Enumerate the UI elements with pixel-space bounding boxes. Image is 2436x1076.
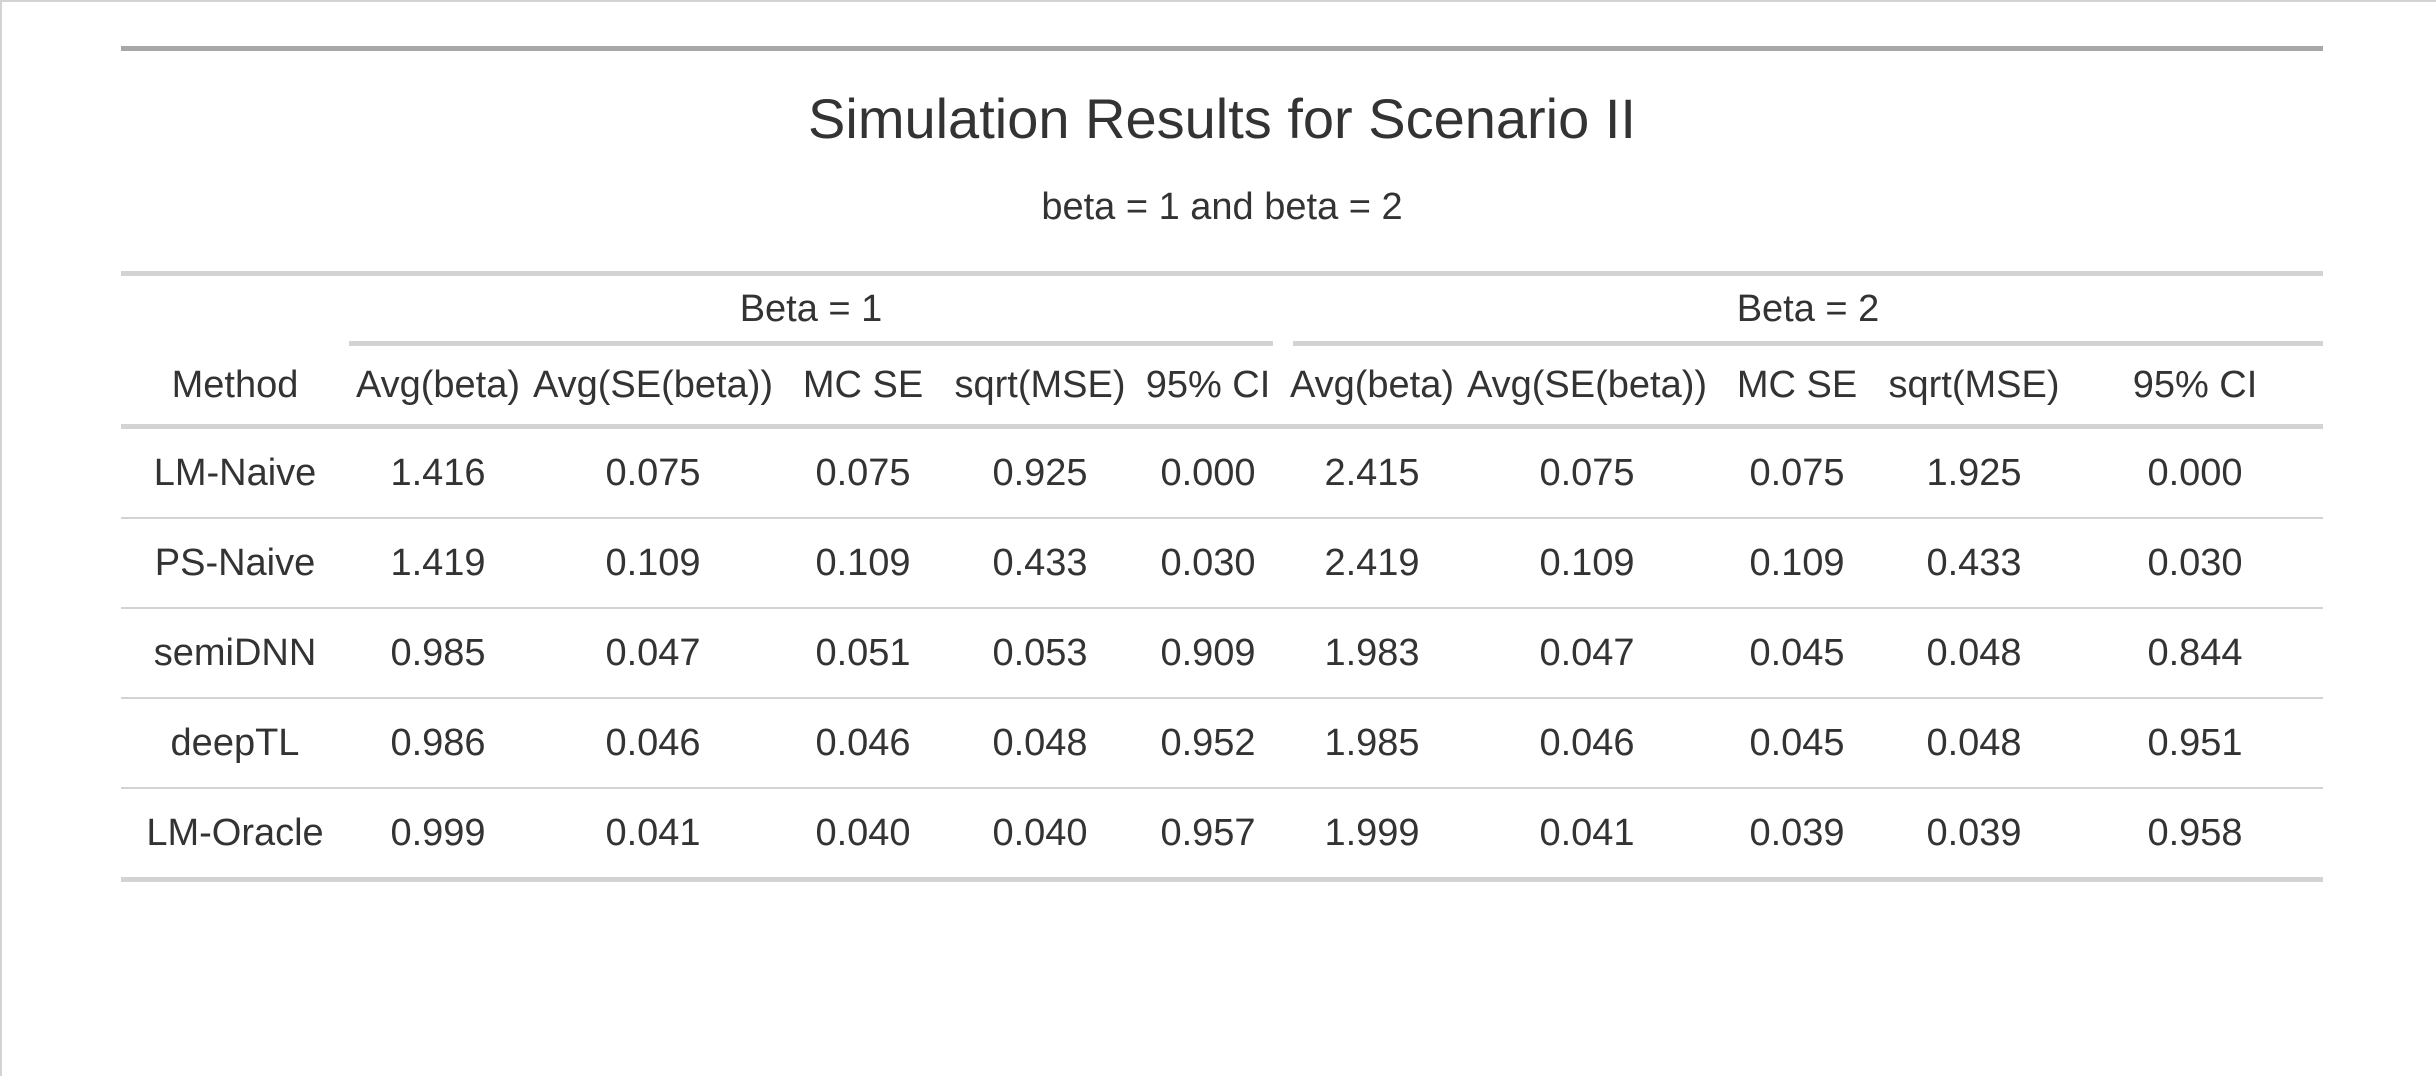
table-cell: 0.986 — [349, 698, 527, 789]
table-cell: PS-Naive — [121, 518, 349, 609]
table-title: Simulation Results for Scenario II — [808, 87, 1636, 150]
spanner-beta-1: Beta = 1 — [349, 276, 1283, 346]
table-row: PS-Naive 1.419 0.109 0.109 0.433 0.030 2… — [121, 518, 2323, 609]
table-cell: 0.958 — [2067, 788, 2323, 882]
table-cell: 1.983 — [1283, 608, 1461, 699]
table-cell: 0.046 — [1461, 698, 1713, 789]
table-cell: 0.433 — [947, 518, 1133, 609]
table-cell: 0.109 — [527, 518, 779, 609]
table-cell: 0.030 — [2067, 518, 2323, 609]
column-header-avg-beta-2: Avg(beta) — [1283, 346, 1461, 429]
table-cell: 0.000 — [2067, 426, 2323, 519]
table-cell: 0.039 — [1713, 788, 1881, 882]
spanner-label-beta-2: Beta = 2 — [1293, 288, 2323, 346]
table-cell: 0.844 — [2067, 608, 2323, 699]
table-cell: LM-Naive — [121, 426, 349, 519]
column-header-avg-se-beta-1: Avg(SE(beta)) — [527, 346, 779, 429]
table-cell: 0.047 — [1461, 608, 1713, 699]
column-header-sqrt-mse-1: sqrt(MSE) — [947, 346, 1133, 429]
table-row: semiDNN 0.985 0.047 0.051 0.053 0.909 1.… — [121, 608, 2323, 699]
table-cell: 0.047 — [527, 608, 779, 699]
column-header-ci-1: 95% CI — [1133, 346, 1283, 429]
table-cell: 2.415 — [1283, 426, 1461, 519]
table-cell: 0.045 — [1713, 698, 1881, 789]
table-row: deepTL 0.986 0.046 0.046 0.048 0.952 1.9… — [121, 698, 2323, 789]
table-cell: 2.419 — [1283, 518, 1461, 609]
table-cell: 0.109 — [1713, 518, 1881, 609]
table-cell: 0.925 — [947, 426, 1133, 519]
table-cell: 0.048 — [947, 698, 1133, 789]
table-cell: 1.925 — [1881, 426, 2067, 519]
table-cell: 0.075 — [527, 426, 779, 519]
table-cell: 0.909 — [1133, 608, 1283, 699]
column-header-sqrt-mse-2: sqrt(MSE) — [1881, 346, 2067, 429]
table-cell: 0.957 — [1133, 788, 1283, 882]
table-row: LM-Naive 1.416 0.075 0.075 0.925 0.000 2… — [121, 426, 2323, 519]
table-cell: 0.109 — [1461, 518, 1713, 609]
table-heading: Simulation Results for Scenario II beta … — [121, 46, 2323, 276]
spanner-empty — [121, 276, 349, 346]
table-cell: 0.999 — [349, 788, 527, 882]
table-cell: 0.000 — [1133, 426, 1283, 519]
table-cell: 1.416 — [349, 426, 527, 519]
column-header-mc-se-2: MC SE — [1713, 346, 1881, 429]
table-cell: 0.109 — [779, 518, 947, 609]
table-subtitle: beta = 1 and beta = 2 — [121, 167, 2323, 276]
table-cell: 0.048 — [1881, 698, 2067, 789]
column-header-method: Method — [121, 346, 349, 429]
results-table: Simulation Results for Scenario II beta … — [121, 46, 2323, 882]
table-cell: 0.045 — [1713, 608, 1881, 699]
table-cell: 0.030 — [1133, 518, 1283, 609]
table-cell: 0.040 — [779, 788, 947, 882]
table-cell: 0.040 — [947, 788, 1133, 882]
table-cell: 0.039 — [1881, 788, 2067, 882]
column-header-mc-se-1: MC SE — [779, 346, 947, 429]
table-cell: 0.075 — [1461, 426, 1713, 519]
column-header-avg-se-beta-2: Avg(SE(beta)) — [1461, 346, 1713, 429]
table-cell: 1.419 — [349, 518, 527, 609]
table-cell: 0.041 — [527, 788, 779, 882]
table-cell: 0.951 — [2067, 698, 2323, 789]
table-cell: 1.985 — [1283, 698, 1461, 789]
table-cell: 0.048 — [1881, 608, 2067, 699]
table-cell: 0.041 — [1461, 788, 1713, 882]
table-cell: 0.985 — [349, 608, 527, 699]
table-cell: 0.075 — [779, 426, 947, 519]
table-cell: 0.046 — [779, 698, 947, 789]
table-cell: 1.999 — [1283, 788, 1461, 882]
table-cell: 0.051 — [779, 608, 947, 699]
table-cell: deepTL — [121, 698, 349, 789]
table-cell: 0.952 — [1133, 698, 1283, 789]
table-cell: LM-Oracle — [121, 788, 349, 882]
spanner-label-beta-1: Beta = 1 — [349, 288, 1273, 346]
table-cell: 0.046 — [527, 698, 779, 789]
table-cell: 0.053 — [947, 608, 1133, 699]
results-table-container: Simulation Results for Scenario II beta … — [121, 46, 2323, 882]
table-row: LM-Oracle 0.999 0.041 0.040 0.040 0.957 … — [121, 788, 2323, 882]
spanner-beta-2: Beta = 2 — [1283, 276, 2323, 346]
table-cell: semiDNN — [121, 608, 349, 699]
column-header-row: Method Avg(beta) Avg(SE(beta)) MC SE sqr… — [121, 346, 2323, 429]
column-header-ci-2: 95% CI — [2067, 346, 2323, 429]
table-cell: 0.433 — [1881, 518, 2067, 609]
table-cell: 0.075 — [1713, 426, 1881, 519]
column-header-avg-beta-1: Avg(beta) — [349, 346, 527, 429]
